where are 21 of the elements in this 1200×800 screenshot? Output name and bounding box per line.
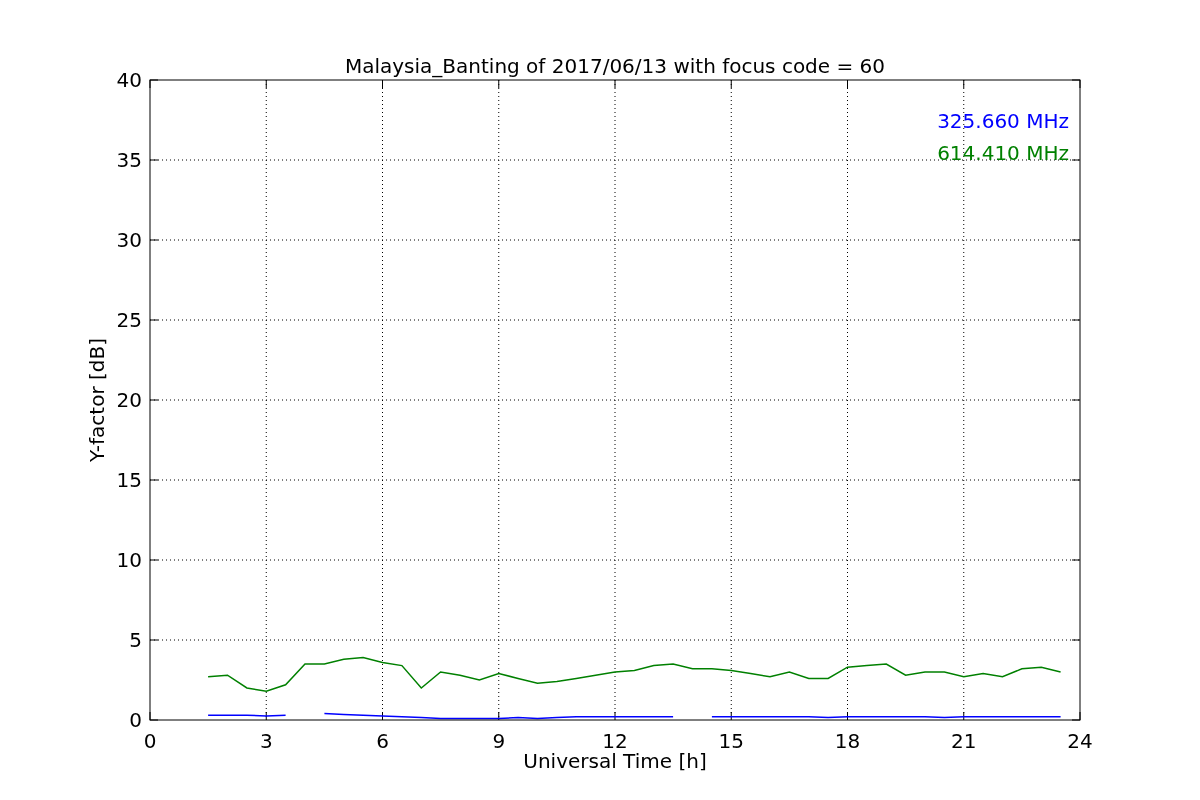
y-tick-label: 5 [129, 628, 142, 652]
x-tick-label: 9 [492, 729, 506, 753]
y-tick-label: 20 [116, 388, 142, 412]
y-tick-label: 0 [129, 708, 142, 732]
y-tick-label: 35 [116, 148, 142, 172]
x-tick-label: 0 [143, 729, 157, 753]
x-tick-label: 18 [834, 729, 861, 753]
x-tick-label: 24 [1067, 729, 1093, 753]
legend-label: 325.660 MHz [937, 109, 1069, 133]
x-tick-label: 6 [376, 729, 389, 753]
y-tick-label: 15 [116, 468, 142, 492]
x-tick-label: 21 [951, 729, 977, 753]
x-tick-label: 15 [718, 729, 744, 753]
chart-title: Malaysia_Banting of 2017/06/13 with focus code = 60 [344, 54, 886, 78]
y-axis-label: Y-factor [dB] [85, 338, 109, 462]
legend-label: 614.410 MHz [937, 141, 1069, 165]
x-tick-label: 3 [259, 729, 273, 753]
y-tick-label: 25 [116, 308, 142, 332]
y-tick-label: 30 [116, 228, 142, 252]
y-tick-label: 10 [116, 548, 142, 572]
y-tick-label: 40 [116, 68, 142, 92]
